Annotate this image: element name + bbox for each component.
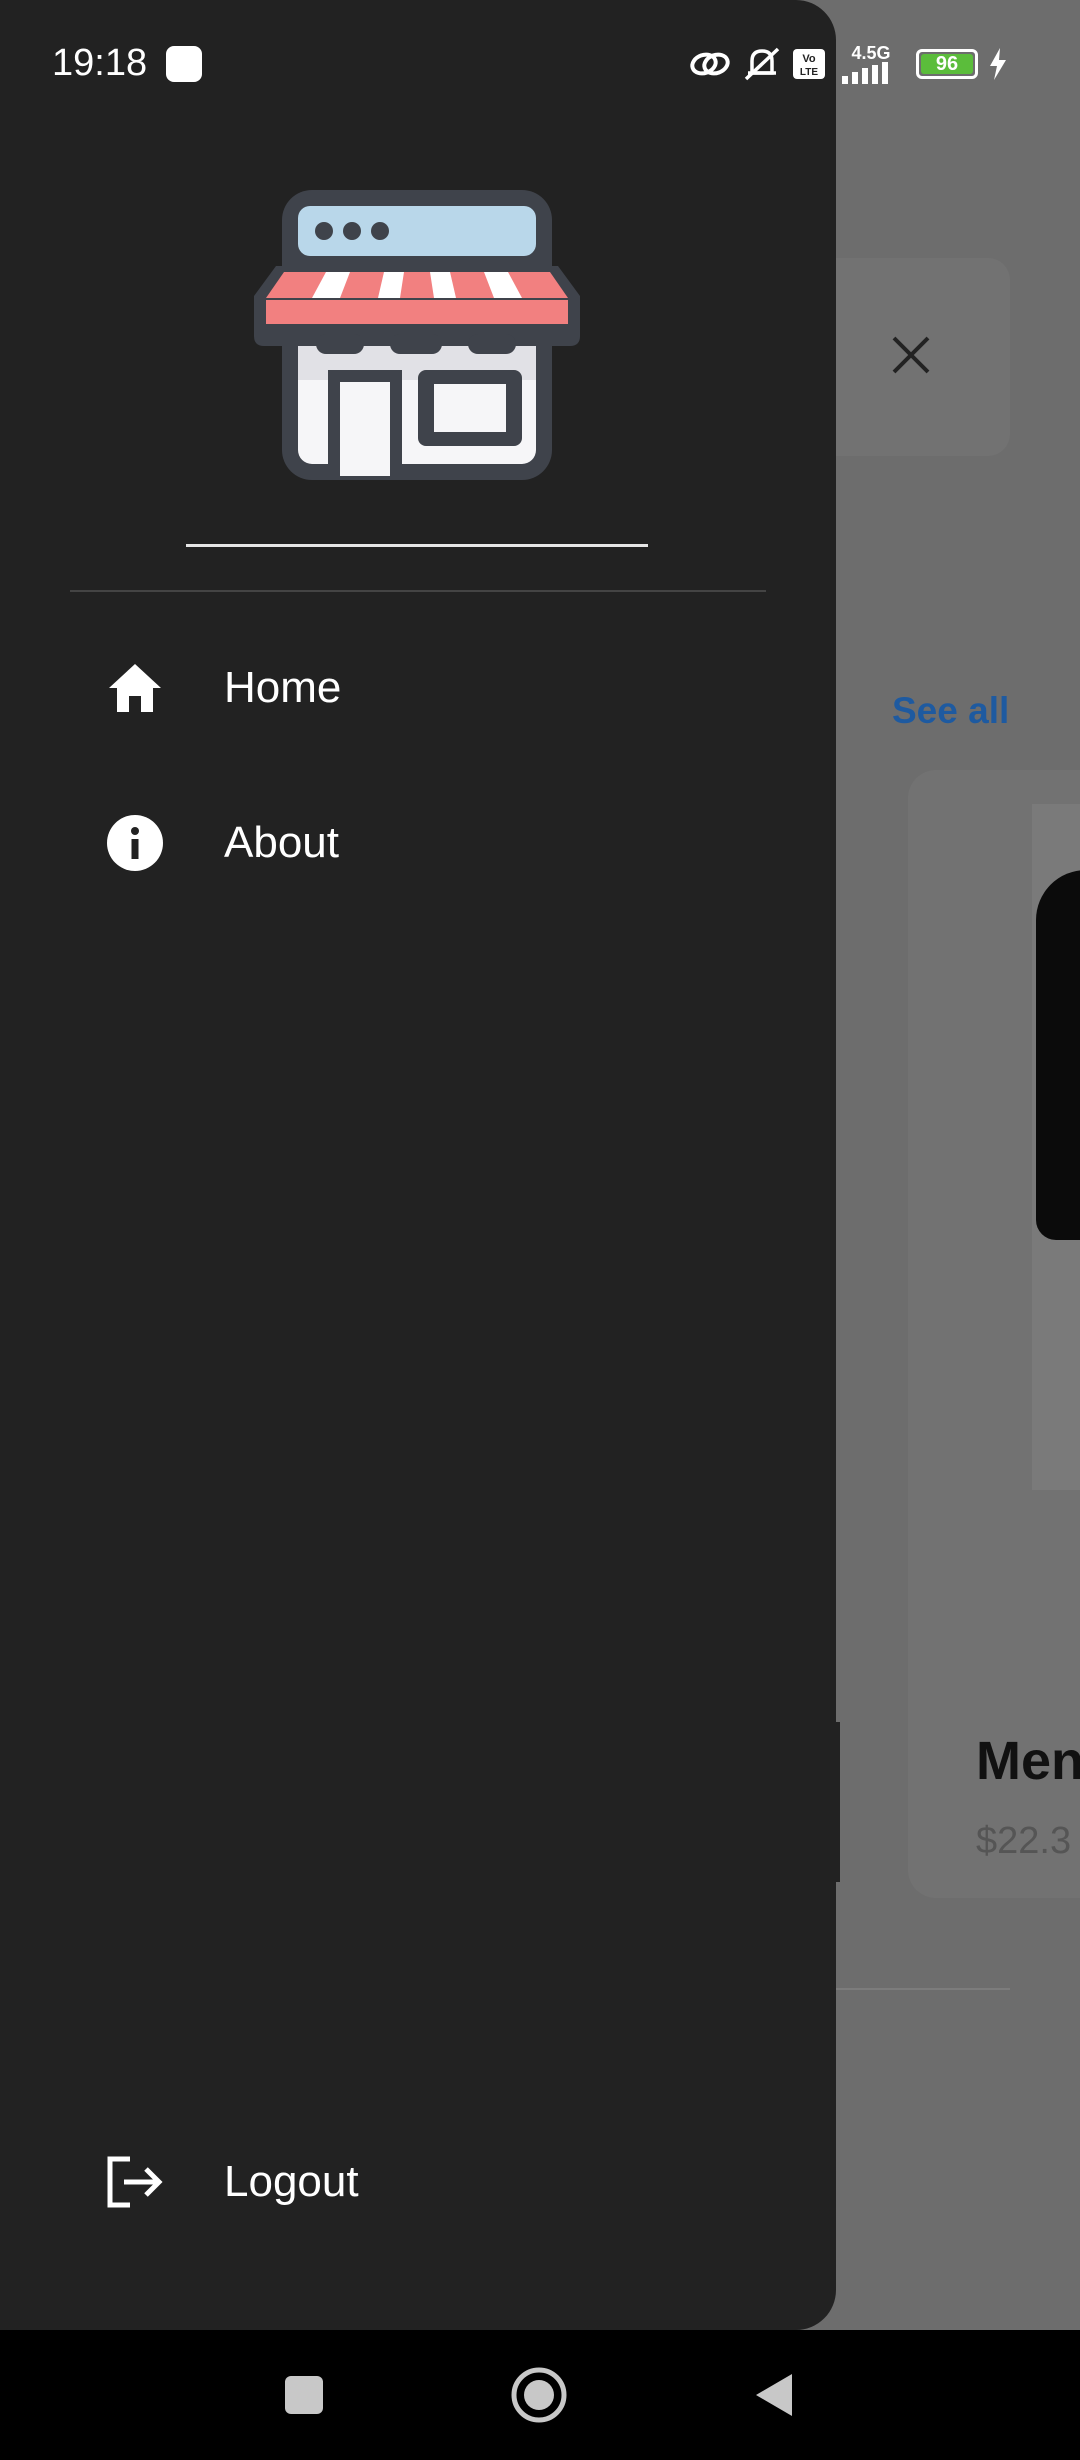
menu-item-label: About	[224, 818, 339, 867]
navigation-drawer: 19:18 Vo LTE 4.5G 96 Home About Logout	[0, 0, 1006, 2330]
battery-level: 96	[935, 52, 959, 75]
mute-icon	[744, 47, 780, 81]
product-price: $22.3	[976, 1820, 1072, 1862]
see-all-link[interactable]: See all	[892, 690, 1009, 732]
status-time: 19:18	[52, 42, 148, 84]
system-nav-bar	[0, 2330, 1080, 2460]
menu-item-home[interactable]: Home	[100, 628, 700, 748]
status-icons: Vo LTE 4.5G 96	[688, 44, 1008, 84]
notification-icon	[166, 46, 202, 82]
menu-item-logout[interactable]: Logout	[100, 2122, 700, 2242]
signal-icon	[842, 62, 888, 84]
home-icon	[100, 653, 170, 723]
shirt-image	[1036, 870, 1080, 1240]
menu-item-label: Logout	[224, 2157, 359, 2206]
charging-icon	[990, 48, 1006, 80]
back-triangle-icon	[756, 2374, 792, 2416]
product-title: Men	[976, 1731, 1080, 1791]
battery-icon: 96	[916, 49, 978, 79]
circle-icon	[511, 2367, 567, 2423]
divider	[835, 1988, 1010, 1990]
link-icon	[690, 52, 730, 76]
logout-icon	[100, 2147, 170, 2217]
back-button[interactable]	[734, 2355, 814, 2435]
network-type: 4.5G	[836, 44, 906, 84]
square-icon	[285, 2376, 323, 2414]
svg-text:Vo: Vo	[802, 53, 816, 65]
menu-item-about[interactable]: About	[100, 783, 700, 903]
home-nav-button[interactable]	[499, 2355, 579, 2435]
store-icon	[254, 190, 580, 480]
info-icon	[100, 808, 170, 878]
svg-text:LTE: LTE	[800, 67, 818, 78]
volte-icon: Vo LTE	[793, 49, 825, 79]
recents-button[interactable]	[264, 2355, 344, 2435]
menu-item-label: Home	[224, 663, 342, 712]
network-label: 4.5G	[851, 43, 891, 63]
close-icon[interactable]	[886, 330, 936, 380]
header-divider	[70, 590, 766, 592]
logo-underline	[186, 544, 648, 547]
